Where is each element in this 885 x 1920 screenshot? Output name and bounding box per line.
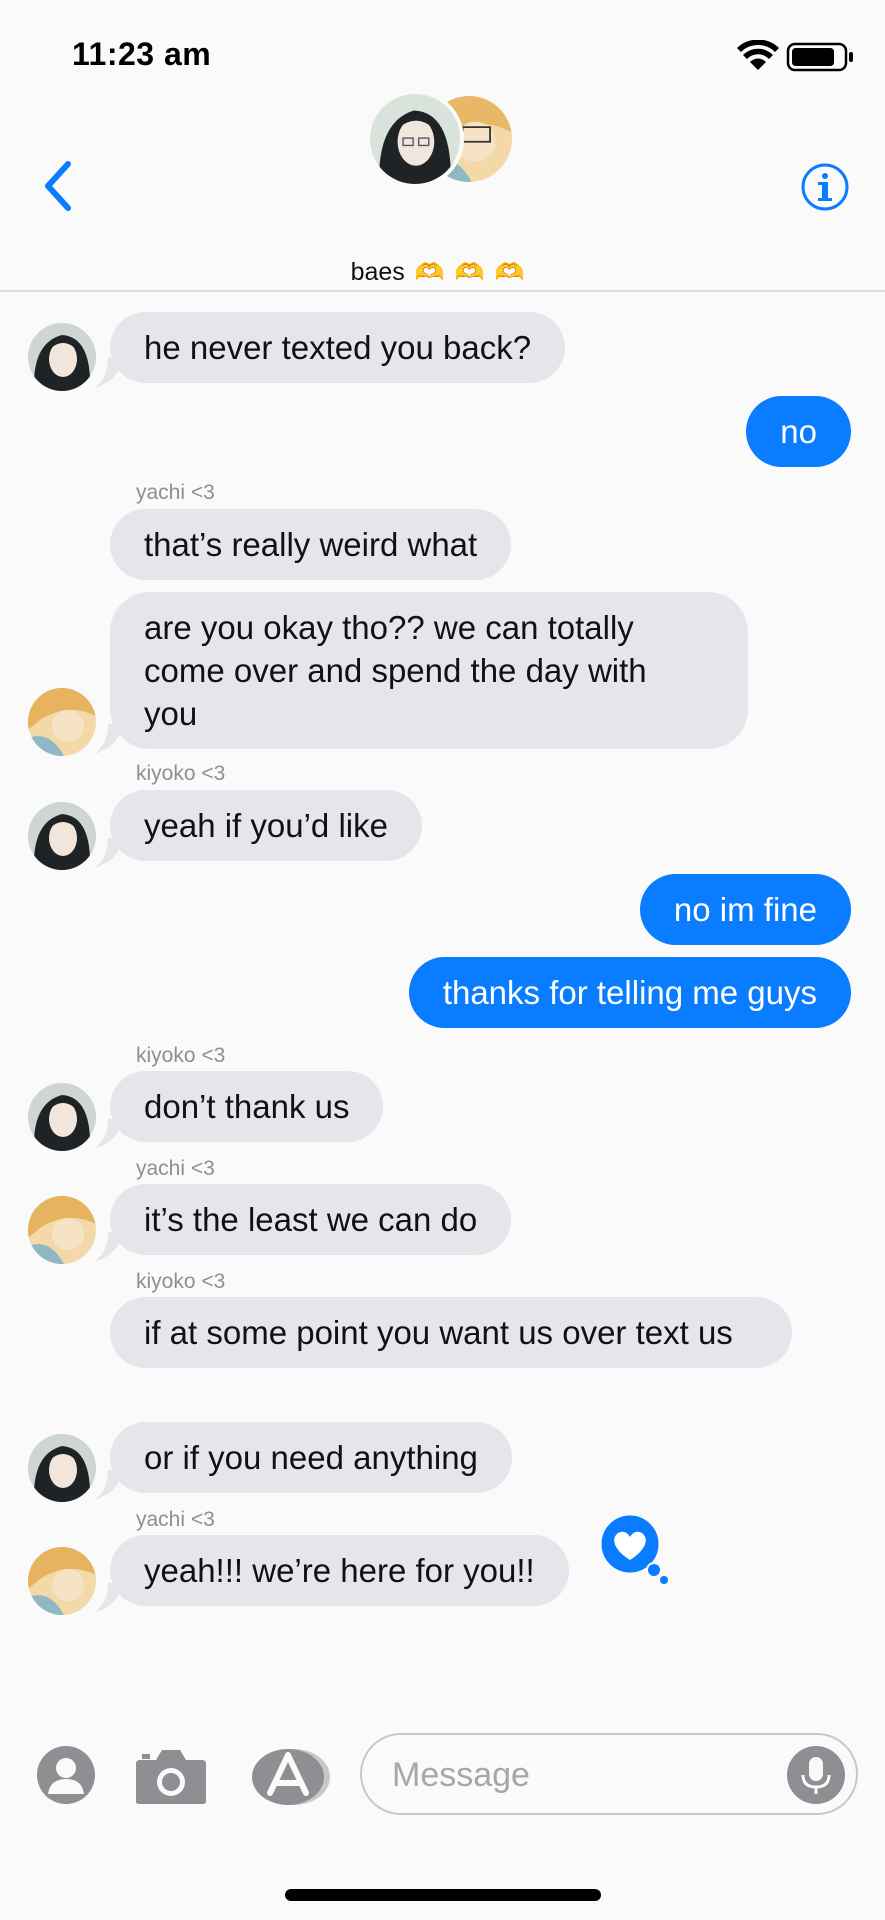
avatar-kiyoko[interactable]	[28, 1434, 96, 1502]
sender-label: kiyoko <3	[136, 1270, 226, 1293]
message-bubble-outgoing[interactable]: thanks for telling me guys	[408, 957, 851, 1028]
back-chevron-icon[interactable]	[40, 160, 76, 212]
message-bubble-incoming[interactable]: if at some point you want us over text u…	[110, 1297, 792, 1368]
message-bubble-incoming[interactable]: or if you need anything	[110, 1422, 512, 1493]
conversation-title-text: baes	[350, 258, 405, 286]
status-time: 11:23 am	[72, 36, 212, 72]
avatar-yachi[interactable]	[28, 688, 96, 756]
message-bubble-incoming[interactable]: he never texted you back?	[110, 312, 566, 383]
heart-tapback-icon[interactable]	[596, 1514, 668, 1586]
avatar-kiyoko[interactable]	[28, 802, 96, 870]
sender-label: yachi <3	[136, 1508, 215, 1531]
message-bubble-incoming[interactable]: don’t thank us	[110, 1071, 384, 1142]
battery-icon	[786, 42, 853, 72]
message-bubble-outgoing[interactable]: no	[746, 396, 851, 467]
avatar-yachi[interactable]	[28, 1196, 96, 1264]
avatar-kiyoko[interactable]	[28, 1083, 96, 1151]
camera-icon[interactable]	[134, 1746, 208, 1806]
message-field[interactable]	[360, 1733, 858, 1815]
messages-screen: 11:23 am baes 🫶🫶🫶 he never texted you ba…	[0, 0, 885, 1920]
app-store-icon[interactable]	[250, 1745, 332, 1809]
message-bubble-incoming[interactable]: it’s the least we can do	[110, 1184, 512, 1255]
sender-label: yachi <3	[136, 481, 215, 504]
group-avatar-kiyoko	[366, 90, 464, 188]
message-bubble-incoming[interactable]: are you okay tho?? we can totally come o…	[110, 592, 748, 749]
conversation-title[interactable]: baes 🫶🫶🫶	[0, 258, 885, 287]
message-bubble-incoming[interactable]: yeah if you’d like	[110, 790, 422, 861]
wifi-icon	[737, 40, 779, 70]
message-bubble-incoming[interactable]: yeah!!! we’re here for you!!	[110, 1535, 569, 1606]
header-divider	[0, 290, 885, 292]
message-bubble-incoming[interactable]: that’s really weird what	[110, 509, 512, 580]
avatar-yachi[interactable]	[28, 1547, 96, 1615]
group-avatars[interactable]	[366, 90, 520, 190]
bubble-tail	[94, 724, 122, 754]
info-icon[interactable]	[800, 162, 850, 212]
sender-label: yachi <3	[136, 1157, 215, 1180]
sender-label: kiyoko <3	[136, 1044, 226, 1067]
heart-hands-emoji: 🫶🫶🫶	[414, 259, 535, 286]
microphone-icon[interactable]	[786, 1745, 846, 1805]
home-indicator[interactable]	[285, 1889, 601, 1901]
sender-label: kiyoko <3	[136, 762, 226, 785]
avatar-kiyoko[interactable]	[28, 323, 96, 391]
message-bubble-outgoing[interactable]: no im fine	[639, 874, 851, 945]
message-input[interactable]	[392, 1749, 772, 1801]
contact-icon[interactable]	[36, 1745, 96, 1805]
